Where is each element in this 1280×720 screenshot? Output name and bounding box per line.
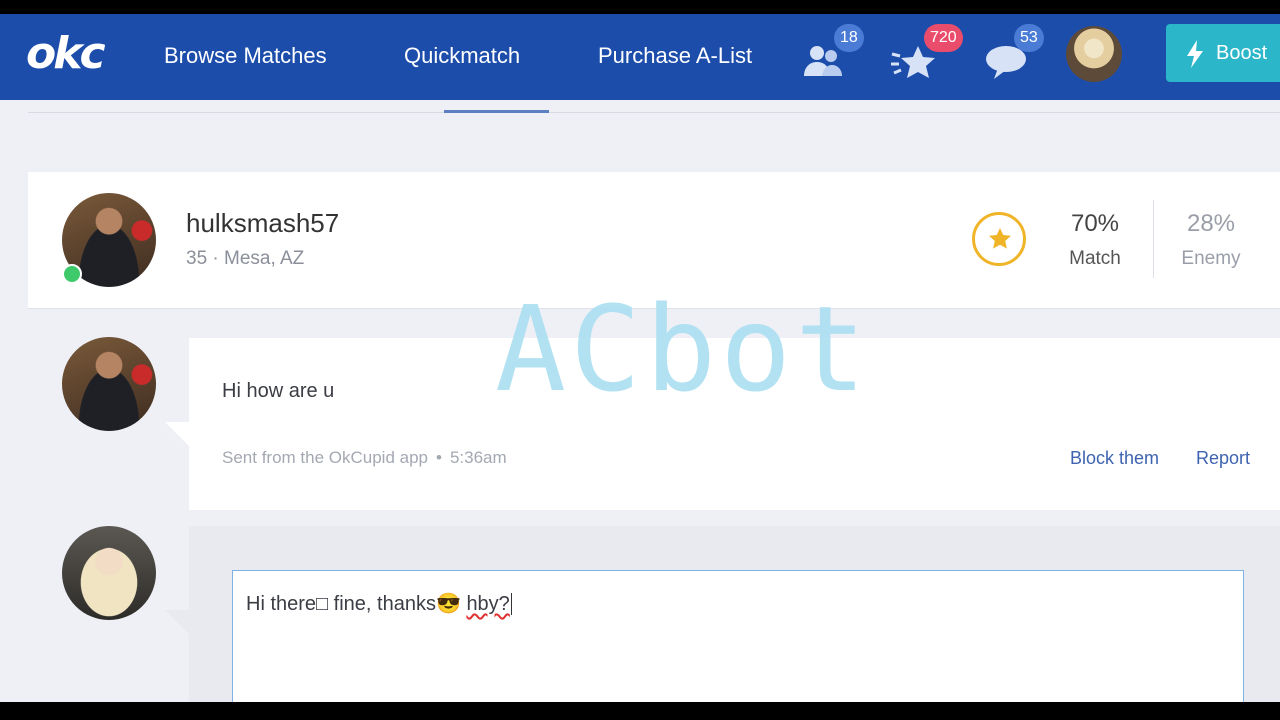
reply-text-input[interactable]: Hi there□ fine, thanks😎 hby? (232, 570, 1244, 702)
chat-icon[interactable]: 53 (984, 24, 1044, 80)
text-cursor (510, 593, 512, 615)
online-status-indicator (62, 264, 82, 284)
top-navigation-bar: okc Browse Matches Quickmatch Purchase A… (0, 14, 1280, 100)
report-link[interactable]: Report (1196, 448, 1250, 469)
okc-logo[interactable]: okc (26, 32, 116, 76)
block-them-link[interactable]: Block them (1070, 448, 1159, 469)
tab-divider (28, 112, 1280, 113)
my-avatar (62, 526, 156, 620)
active-tab-indicator (444, 110, 549, 113)
reply-bubble-tail (165, 610, 191, 636)
message-source: Sent from the OkCupid app (222, 448, 429, 467)
message-time: 5:36am (449, 448, 507, 467)
message-meta: Sent from the OkCupid app • 5:36am (222, 448, 507, 468)
message-bubble: Hi how are u Sent from the OkCupid app • 5… (189, 338, 1280, 510)
missing-glyph-box: □ (316, 593, 329, 615)
match-label: Match (1069, 248, 1121, 269)
nav-browse-matches[interactable]: Browse Matches (164, 42, 327, 70)
match-age-location: 35 · Mesa, AZ (186, 248, 305, 269)
nav-quickmatch[interactable]: Quickmatch (404, 42, 520, 70)
boost-button[interactable]: Boost (1166, 24, 1280, 82)
star-burst-icon[interactable]: 720 (890, 24, 963, 80)
okcupid-conversation-page: okc Browse Matches Quickmatch Purchase A… (0, 14, 1280, 702)
people-icon[interactable]: 18 (802, 24, 864, 80)
sunglasses-emoji: 😎 (435, 593, 461, 615)
my-profile-avatar[interactable] (1066, 26, 1122, 82)
stars-count-badge: 720 (924, 24, 963, 52)
reply-text-part: fine, thanks (328, 593, 436, 615)
boost-label: Boost (1216, 42, 1268, 64)
favorite-star-button[interactable] (972, 212, 1026, 266)
reply-composer: Hi there□ fine, thanks😎 hby? (189, 526, 1280, 702)
messages-count-badge: 53 (1014, 24, 1044, 52)
message-bubble-tail (165, 422, 191, 448)
match-username[interactable]: hulksmash57 (186, 208, 339, 239)
enemy-label: Enemy (1181, 248, 1241, 269)
match-profile-card: hulksmash57 35 · Mesa, AZ 70% Match 28% … (28, 172, 1280, 309)
match-percentage: 70% (1070, 210, 1120, 237)
misspelled-word: hby? (466, 593, 510, 615)
stat-divider (1153, 200, 1154, 278)
lightning-icon (1187, 40, 1203, 68)
nav-purchase-a-list[interactable]: Purchase A-List (598, 42, 752, 70)
meta-separator: • (436, 448, 442, 467)
enemy-percentage: 28% (1186, 210, 1236, 237)
star-icon (989, 228, 1011, 249)
reply-text-part: Hi there (246, 593, 317, 615)
sender-avatar[interactable] (62, 337, 156, 431)
message-text: Hi how are u (222, 380, 335, 402)
likes-count-badge: 18 (834, 24, 864, 52)
